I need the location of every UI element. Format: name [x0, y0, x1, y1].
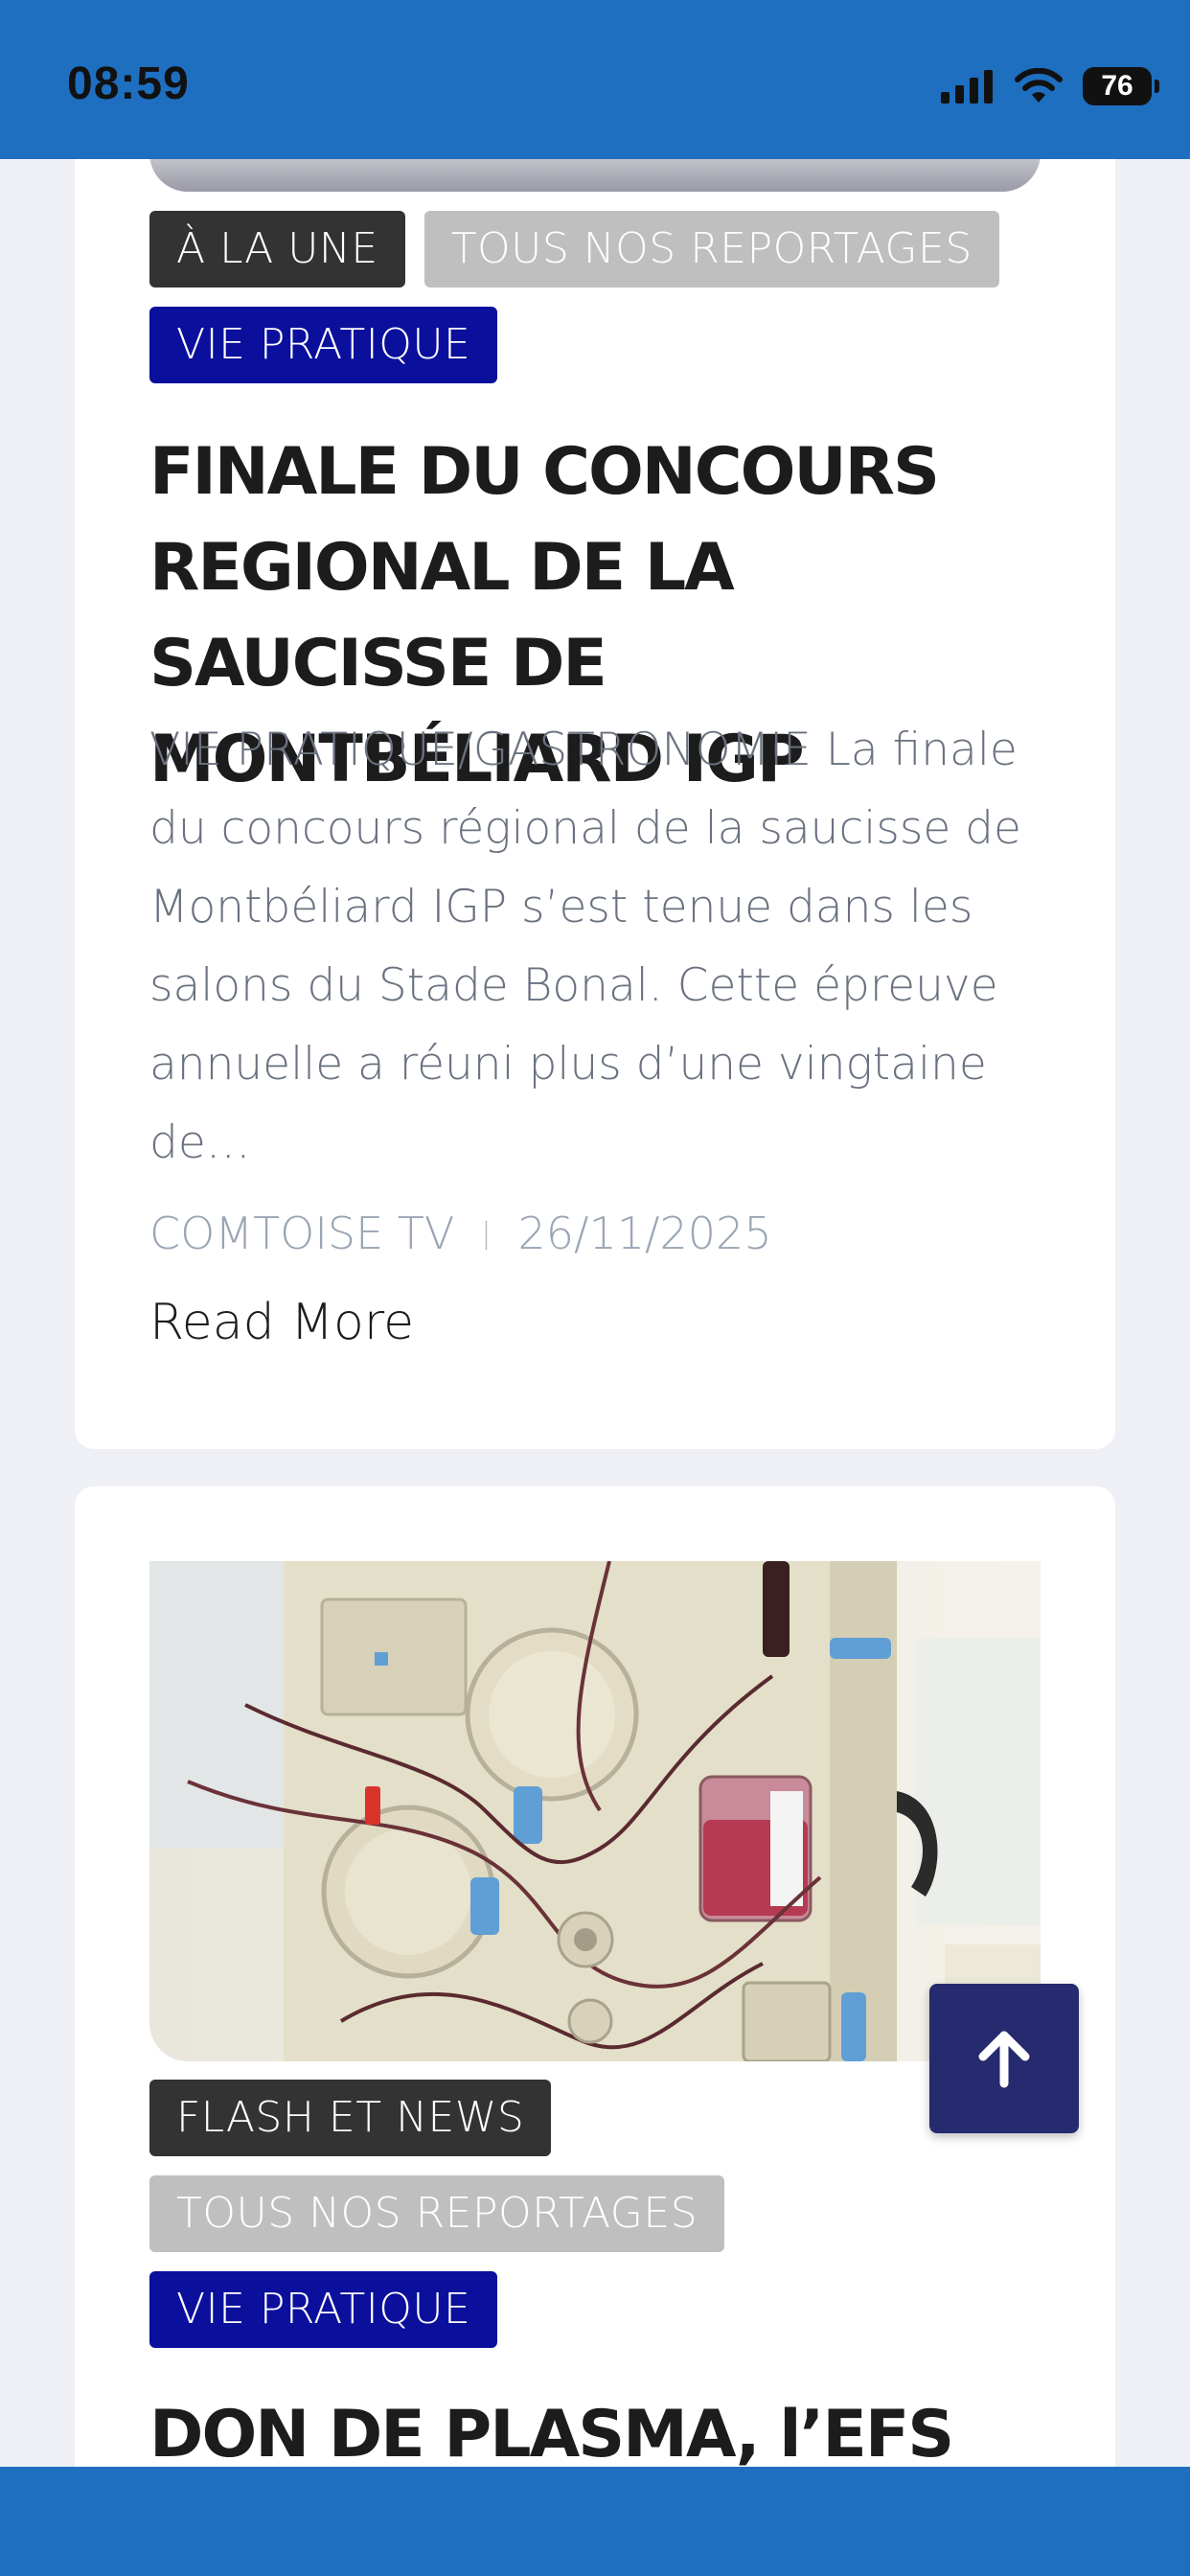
- tag-a-la-une[interactable]: À LA UNE: [149, 211, 405, 288]
- article-image[interactable]: [149, 1561, 1041, 2061]
- status-time: 08:59: [67, 58, 190, 109]
- tag-tous-nos-reportages[interactable]: TOUS NOS REPORTAGES: [423, 211, 999, 288]
- tag-vie-pratique[interactable]: VIE PRATIQUE: [149, 307, 498, 383]
- arrow-up-icon: [978, 2031, 1030, 2088]
- signal-icon: [941, 70, 993, 104]
- tag-tous-nos-reportages[interactable]: TOUS NOS REPORTAGES: [149, 2175, 725, 2252]
- meta-separator: |: [481, 1216, 492, 1251]
- battery-icon: 76: [1083, 67, 1159, 105]
- status-bar: 08:59 76: [0, 0, 1190, 159]
- status-icons: 76: [941, 63, 1159, 109]
- article-meta: COMTOISE TV | 26/11/2025: [149, 1208, 772, 1259]
- article-date: 26/11/2025: [517, 1208, 772, 1259]
- article-tags: FLASH ET NEWS TOUS NOS REPORTAGES VIE PR…: [149, 2080, 1050, 2348]
- tag-flash-et-news[interactable]: FLASH ET NEWS: [149, 2080, 552, 2156]
- wifi-icon: [1015, 68, 1063, 103]
- article-tags: À LA UNE TOUS NOS REPORTAGES VIE PRATIQU…: [149, 211, 1050, 383]
- read-more-link[interactable]: Read More: [149, 1294, 414, 1351]
- article-author[interactable]: COMTOISE TV: [149, 1208, 454, 1259]
- article-excerpt: VIE PRATIQUE/GASTRONOMIE La finale du co…: [149, 724, 1021, 1169]
- scroll-to-top-button[interactable]: [929, 1984, 1079, 2133]
- tag-vie-pratique[interactable]: VIE PRATIQUE: [149, 2271, 498, 2348]
- article-card[interactable]: À LA UNE TOUS NOS REPORTAGES VIE PRATIQU…: [75, 77, 1115, 1449]
- bottom-bar: [0, 2467, 1190, 2576]
